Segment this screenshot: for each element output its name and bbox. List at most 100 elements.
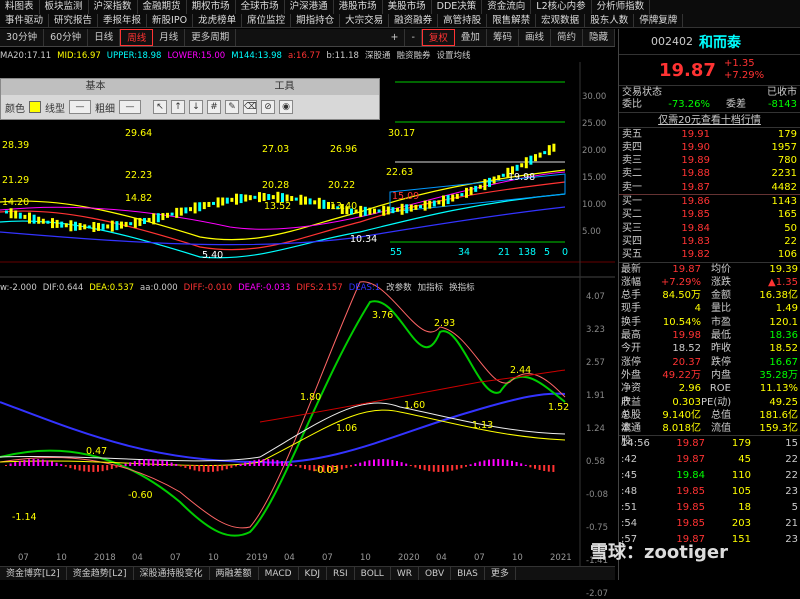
stat-key: 总股本 — [621, 409, 641, 435]
toolbar-button[interactable]: 复权 — [421, 29, 455, 46]
indicator-tab[interactable]: 两融差额 — [210, 567, 259, 580]
nav-item[interactable]: 停牌复牌 — [634, 14, 684, 27]
nav-item[interactable]: 季报年报 — [98, 14, 148, 27]
nav-item[interactable]: 分析师指数 — [592, 0, 651, 14]
nav-item[interactable]: 资金流向 — [482, 0, 532, 14]
price-label: 20.28 — [262, 180, 290, 191]
indicator-tab[interactable]: KDJ — [299, 567, 328, 580]
period-tab[interactable]: 周线 — [120, 29, 154, 46]
nav-item[interactable]: 事件驱动 — [0, 14, 50, 27]
stats-table: 最新 19.87 均价 19.39 涨幅 +7.29% 涨跌 ▲1.35 总手 84.50万 金额 1… — [619, 263, 800, 448]
nav-item[interactable]: 融资融券 — [389, 14, 439, 27]
book-price: 19.83 — [681, 235, 710, 247]
macd-bar — [179, 465, 182, 467]
line-type-select[interactable]: — — [69, 100, 91, 114]
arrow-down-icon[interactable]: ↓ — [189, 100, 203, 114]
tab-tools[interactable]: 工具 — [190, 79, 379, 95]
toolbar-button[interactable]: 叠加 — [455, 29, 487, 46]
candle — [216, 197, 220, 208]
nav-item[interactable]: 期权市场 — [187, 0, 236, 14]
toolbar-button[interactable]: + — [385, 29, 406, 46]
ma-value[interactable]: 深股通 — [365, 51, 391, 61]
pointer-icon[interactable]: ↖ — [153, 100, 167, 114]
indicator-tab[interactable]: 资金博弈[L2] — [0, 567, 67, 580]
stat-key: 均价 — [711, 263, 731, 275]
period-tab[interactable]: 月线 — [153, 29, 186, 46]
nav-item[interactable]: 料图表 — [0, 0, 40, 14]
macd-value[interactable]: 加指标 — [418, 283, 444, 293]
eye-icon[interactable]: ◉ — [279, 100, 293, 114]
toolbar-button[interactable]: 画线 — [519, 29, 551, 46]
indicator-tab[interactable]: BIAS — [451, 567, 485, 580]
macd-value[interactable]: 改参数 — [386, 283, 412, 293]
color-swatch[interactable] — [29, 101, 41, 113]
eraser-icon[interactable]: ⌫ — [243, 100, 257, 114]
numbering-icon[interactable]: # — [207, 100, 221, 114]
indicator-tab[interactable]: OBV — [419, 567, 452, 580]
candle — [87, 225, 91, 229]
thickness-select[interactable]: — — [119, 100, 141, 114]
indicator-tab[interactable]: 更多 — [485, 567, 516, 580]
candle — [156, 213, 160, 223]
chart-toolbar: 30分钟 60分钟 日线 周线 月线 更多周期 + - 复权 叠加 筹码 画线 简约 隐藏 — [0, 29, 615, 47]
indicator-tab[interactable]: 深股通持股变化 — [134, 567, 210, 580]
indicator-tab[interactable]: MACD — [259, 567, 299, 580]
nav-item[interactable]: 期指持仓 — [291, 14, 341, 27]
nav-item[interactable]: 美股市场 — [383, 0, 432, 14]
candle — [37, 216, 41, 224]
y-axis-label: 30.00 — [582, 92, 607, 102]
macd-bar — [248, 461, 251, 466]
nav-item[interactable]: 全球市场 — [236, 0, 285, 14]
ma-value[interactable]: 设置均线 — [437, 51, 471, 61]
level10-link[interactable]: 仅需20元查看十档行情 — [658, 115, 761, 126]
candle — [313, 200, 317, 205]
nav-item[interactable]: 新股IPO — [147, 14, 194, 27]
nav-item[interactable]: 股东人数 — [585, 14, 635, 27]
candle — [248, 195, 252, 201]
pen-icon[interactable]: ✎ — [225, 100, 239, 114]
period-tab[interactable]: 30分钟 — [0, 29, 45, 46]
nav-item[interactable]: 板块监测 — [40, 0, 89, 14]
macd-bar — [469, 464, 472, 466]
price-label: 13 — [518, 247, 531, 258]
toolbar-button[interactable]: 简约 — [551, 29, 583, 46]
book-price: 19.82 — [681, 249, 710, 261]
nav-item[interactable]: 港股市场 — [334, 0, 383, 14]
nav-item[interactable]: 金融期货 — [138, 0, 187, 14]
nav-item[interactable]: 龙虎榜单 — [193, 14, 243, 27]
arrow-up-icon[interactable]: ↑ — [171, 100, 185, 114]
nav-item[interactable]: 限售解禁 — [487, 14, 537, 27]
indicator-tab[interactable]: WR — [391, 567, 419, 580]
macd-value: DEAF:-0.033 — [238, 283, 291, 293]
period-tab[interactable]: 更多周期 — [185, 29, 237, 46]
ma-value[interactable]: 融资融券 — [396, 51, 430, 61]
macd-value[interactable]: 换指标 — [449, 283, 475, 293]
macd-bar — [9, 463, 12, 466]
indicator-tab[interactable]: RSI — [327, 567, 355, 580]
stat-key: 涨停 — [621, 356, 641, 368]
period-tab[interactable]: 日线 — [88, 29, 121, 46]
nav-item[interactable]: L2核心内参 — [531, 0, 592, 14]
macd-bar — [258, 459, 260, 466]
indicator-tab[interactable]: 资金趋势[L2] — [67, 567, 134, 580]
toolbar-button[interactable]: - — [405, 29, 422, 46]
nav-item[interactable]: 沪深港通 — [285, 0, 334, 14]
toolbar-button[interactable]: 隐藏 — [583, 29, 615, 46]
nav-item[interactable]: 沪深指数 — [89, 0, 138, 14]
indicator-tab[interactable]: BOLL — [355, 567, 391, 580]
tab-basic[interactable]: 基本 — [1, 79, 190, 95]
nav-item[interactable]: 研究报告 — [49, 14, 99, 27]
drawing-tool-panel[interactable]: 基本 工具 颜色 线型 — 粗细 — ↖ ↑ ↓ # ✎ ⌫ ⊘ ◉ — [0, 78, 380, 120]
nav-item[interactable]: 高管持股 — [438, 14, 488, 27]
period-tab[interactable]: 60分钟 — [44, 29, 89, 46]
nav-item[interactable]: DDE决策 — [432, 0, 483, 14]
macd-bar — [46, 460, 49, 466]
macd-label: 0.47 — [86, 446, 108, 457]
chart-area[interactable] — [0, 62, 615, 566]
nav-item[interactable]: 大宗交易 — [340, 14, 390, 27]
nav-item[interactable]: 宏观数据 — [536, 14, 586, 27]
toolbar-button[interactable]: 筹码 — [487, 29, 519, 46]
macd-bar — [37, 459, 40, 466]
nav-item[interactable]: 席位监控 — [242, 14, 292, 27]
lock-icon[interactable]: ⊘ — [261, 100, 275, 114]
